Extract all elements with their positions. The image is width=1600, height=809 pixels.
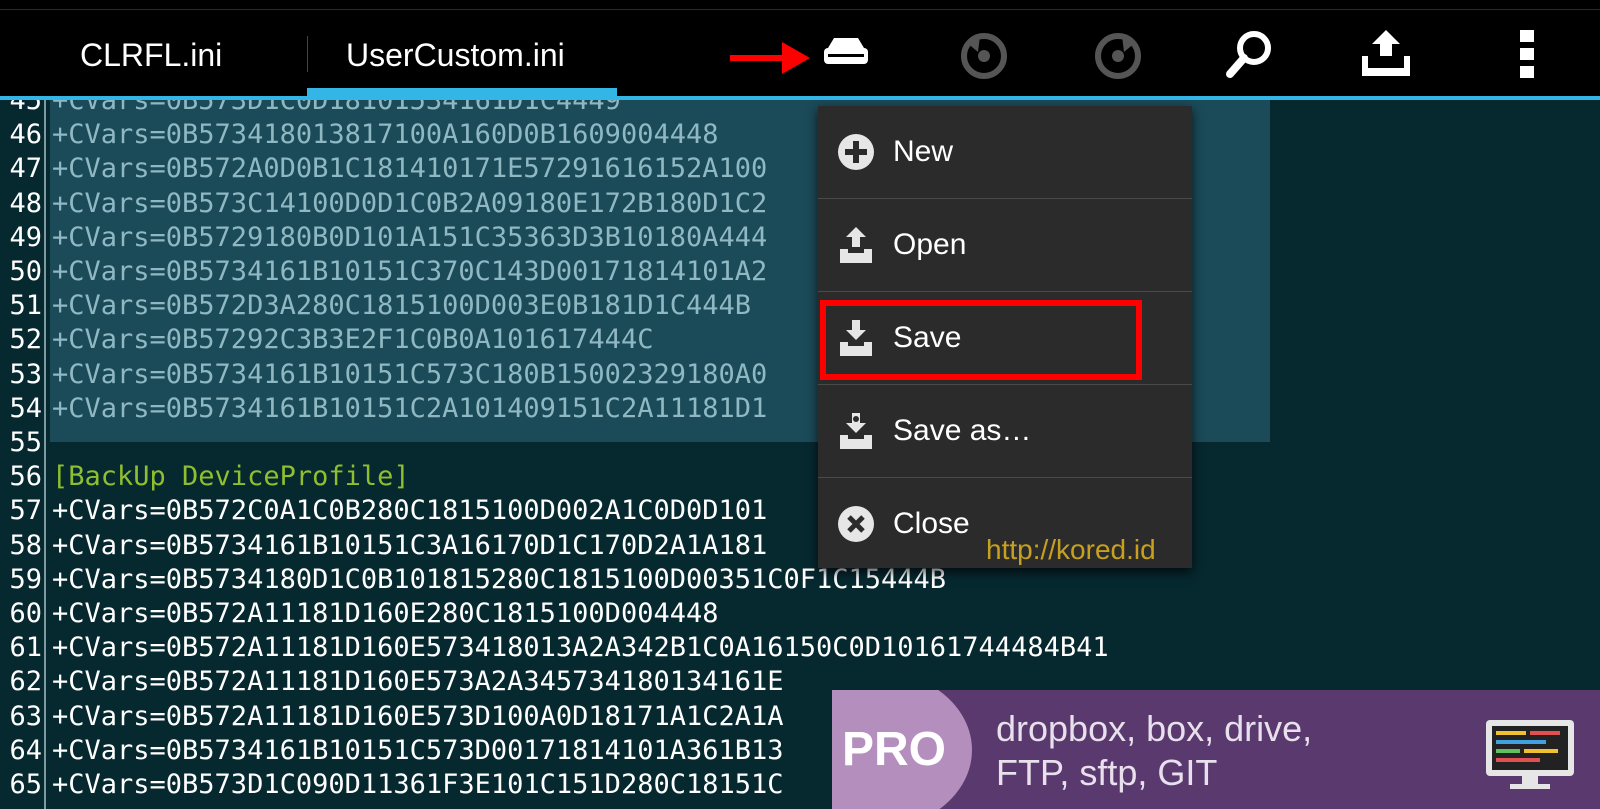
line-number: 61 <box>9 632 42 664</box>
line-text: +CVars=0B5734161B10151C573D00171814101A3… <box>52 734 784 766</box>
open-tray-icon <box>840 227 872 263</box>
redo-icon[interactable] <box>1090 26 1146 82</box>
line-number: 51 <box>9 290 42 322</box>
line-text: +CVars=0B573418013817100A160D0B160900444… <box>52 119 719 151</box>
line-number: 56 <box>9 461 42 493</box>
line-text: +CVars=0B5734180D1C0B101815280C1815100D0… <box>52 563 947 595</box>
line-text: +CVars=0B5734161B10151C3A16170D1C170D2A1… <box>52 529 768 561</box>
active-tab-indicator <box>307 88 617 96</box>
menu-item-new[interactable]: New <box>818 106 1192 198</box>
line-number: 60 <box>9 598 42 629</box>
line-number: 50 <box>9 256 42 287</box>
line-number: 48 <box>9 187 42 219</box>
line-number: 59 <box>9 563 42 595</box>
tab-separator <box>307 36 308 72</box>
menu-label-save-as: Save as… <box>893 414 1032 447</box>
line-number: 65 <box>9 769 42 800</box>
overflow-menu-icon[interactable] <box>1500 26 1556 82</box>
line-text: +CVars=0B572A0D0B1C181410171E57291616152… <box>52 153 768 185</box>
status-strip <box>0 0 1600 10</box>
close-circle-icon <box>838 506 874 542</box>
undo-icon[interactable] <box>956 26 1012 82</box>
line-number: 46 <box>9 119 42 151</box>
line-number: 57 <box>9 495 42 527</box>
pro-banner-line1: dropbox, box, drive, <box>996 708 1313 749</box>
line-number: 45 <box>9 100 42 116</box>
line-text: +CVars=0B5734161B10151C573C180B150023291… <box>52 358 768 390</box>
line-text: +CVars=0B572A11181D160E573418013A2A342B1… <box>52 632 1109 664</box>
line-number: 55 <box>9 427 42 458</box>
save-as-tray-icon <box>840 413 872 449</box>
gutter-divider <box>44 100 46 809</box>
plus-circle-icon <box>838 134 874 170</box>
line-text: +CVars=0B573D1C090D11361F3E101C151D280C1… <box>52 769 784 800</box>
line-number: 64 <box>9 734 42 766</box>
menu-label-open: Open <box>893 228 967 261</box>
red-arrow-annotation <box>730 42 810 74</box>
menu-item-open[interactable]: Open <box>818 199 1192 291</box>
line-text: +CVars=0B572A11181D160E573D100A0D18171A1… <box>52 700 784 732</box>
line-number: 53 <box>9 358 42 390</box>
line-number: 54 <box>9 392 42 424</box>
pro-ad-banner[interactable]: PRO dropbox, box, drive, FTP, sftp, GIT <box>832 690 1600 809</box>
line-text: +CVars=0B573C14100D0D1C0B2A09180E172B180… <box>52 187 768 219</box>
search-icon[interactable] <box>1222 26 1278 82</box>
menu-label-close: Close <box>893 507 970 540</box>
line-number: 58 <box>9 529 42 561</box>
line-text: +CVars=0B572D3A280C1815100D003E0B181D1C4… <box>52 290 751 322</box>
line-number: 52 <box>9 324 42 356</box>
line-text: +CVars=0B572A11181D160E573A2A34573418013… <box>52 666 784 698</box>
line-text: +CVars=0B5734161B10151C2A101409151C2A111… <box>52 392 768 424</box>
line-text: [BackUp DeviceProfile] <box>52 461 410 493</box>
line-number: 63 <box>9 700 42 732</box>
line-number: 49 <box>9 221 42 253</box>
drive-save-icon[interactable] <box>818 26 874 82</box>
tab-clrfl[interactable]: CLRFL.ini <box>80 10 222 96</box>
menu-item-save-as[interactable]: Save as… <box>818 385 1192 477</box>
pro-badge: PRO <box>842 723 947 776</box>
pro-banner-line2: FTP, sftp, GIT <box>996 752 1218 793</box>
line-text: +CVars=0B573D1C0D18101534161D1C4449 <box>52 100 621 116</box>
monitor-icon <box>1486 720 1574 789</box>
line-number: 62 <box>9 666 42 698</box>
menu-label-new: New <box>893 135 954 168</box>
line-text: +CVars=0B57292C3B3E2F1C0B0A101617444C <box>52 324 654 356</box>
line-text: +CVars=0B572A11181D160E280C1815100D00444… <box>52 598 719 629</box>
watermark: http://kored.id <box>986 534 1156 565</box>
save-highlight-annotation <box>820 300 1142 380</box>
upload-icon[interactable] <box>1358 26 1414 82</box>
line-text: +CVars=0B572C0A1C0B280C1815100D002A1C0D0… <box>52 495 768 527</box>
line-number: 47 <box>9 153 42 185</box>
line-text: +CVars=0B5729180B0D101A151C35363D3B10180… <box>52 221 768 253</box>
tab-usercustom[interactable]: UserCustom.ini <box>346 10 565 96</box>
